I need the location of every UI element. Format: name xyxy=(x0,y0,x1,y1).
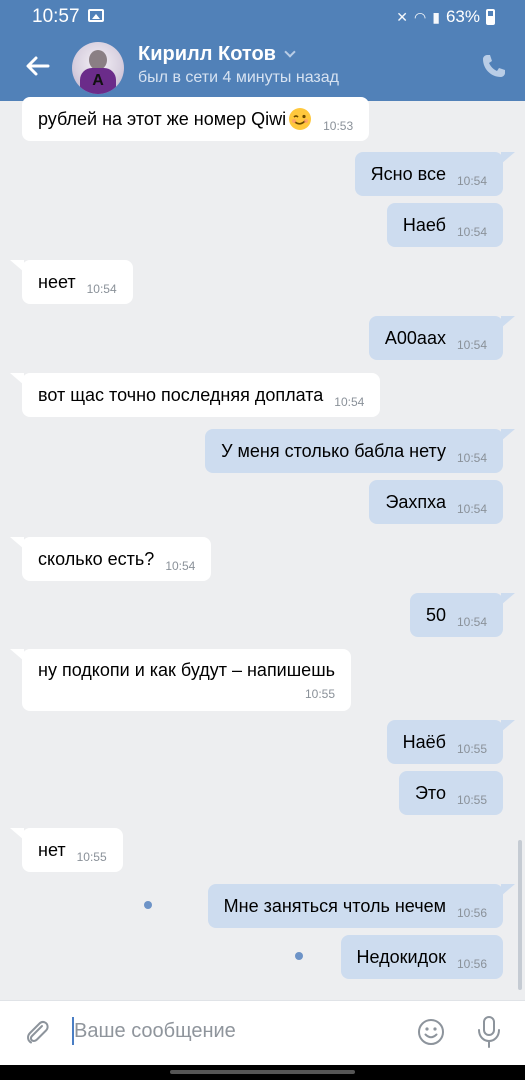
message-outgoing[interactable]: Ясно все 10:54 xyxy=(354,152,503,196)
message-text: сколько есть? xyxy=(38,548,155,569)
system-nav-bar xyxy=(0,1065,525,1080)
message-input[interactable] xyxy=(74,1012,374,1050)
message-incoming[interactable]: сколько есть? 10:54 xyxy=(22,537,212,581)
message-text: Мне заняться чтоль нечем xyxy=(223,895,446,916)
signal-icon: ▮ xyxy=(432,8,440,25)
wifi-icon: ◠ xyxy=(414,8,427,25)
message-text: Недокидок xyxy=(356,946,446,967)
message-time: 10:55 xyxy=(76,850,107,864)
status-indicators: ✕ ◠ ▮ 63% xyxy=(396,7,495,27)
message-time: 10:54 xyxy=(456,225,487,239)
bubble-tail xyxy=(501,593,515,605)
contact-name[interactable]: Кирилл Котов xyxy=(138,43,296,66)
message-time: 10:56 xyxy=(456,906,487,920)
message-text: ну подкопи и как будут – напишешь xyxy=(38,659,336,680)
message-text: нет xyxy=(38,839,66,860)
bubble-tail xyxy=(501,429,515,441)
unread-indicator xyxy=(295,952,303,960)
message-text: Это xyxy=(414,782,446,803)
home-gesture-bar[interactable] xyxy=(170,1070,355,1074)
message-outgoing[interactable]: Мне заняться чтоль нечем 10:56 xyxy=(207,884,503,928)
attach-icon[interactable] xyxy=(22,1017,52,1047)
message-text: А00аах xyxy=(384,327,446,348)
battery-icon xyxy=(486,9,495,25)
message-time: 10:55 xyxy=(304,686,336,701)
message-time: 10:54 xyxy=(456,174,487,188)
message-outgoing[interactable]: Это 10:55 xyxy=(398,771,503,815)
message-text: Ясно все xyxy=(370,163,446,184)
microphone-icon[interactable] xyxy=(476,1015,502,1049)
message-time: 10:54 xyxy=(456,338,487,352)
message-time: 10:53 xyxy=(323,119,354,133)
message-text: вот щас точно последняя доплата xyxy=(38,384,324,405)
message-text: Наёб xyxy=(402,731,446,752)
avatar-head xyxy=(89,50,107,70)
message-text: неет xyxy=(38,271,76,292)
status-bar: 10:57 ✕ ◠ ▮ 63% xyxy=(0,0,525,34)
chevron-down-icon xyxy=(284,45,296,58)
message-outgoing[interactable]: 50 10:54 xyxy=(409,593,503,637)
bubble-tail xyxy=(501,152,515,164)
message-time: 10:56 xyxy=(456,957,487,971)
call-icon[interactable] xyxy=(480,52,508,80)
unread-indicator xyxy=(144,901,152,909)
avatar[interactable]: A xyxy=(72,42,124,94)
message-incoming[interactable]: ну подкопи и как будут – напишешь 10:55 xyxy=(22,649,352,711)
message-text: Наеб xyxy=(402,214,446,235)
bubble-tail xyxy=(501,316,515,328)
bubble-tail xyxy=(10,537,24,549)
message-outgoing[interactable]: Наеб 10:54 xyxy=(386,203,503,247)
wink-emoji-icon xyxy=(289,108,312,130)
status-time: 10:57 xyxy=(32,6,80,27)
bubble-tail xyxy=(501,720,515,732)
message-time: 10:55 xyxy=(456,793,487,807)
message-time: 10:54 xyxy=(334,395,365,409)
message-outgoing[interactable]: Недокидок 10:56 xyxy=(340,935,503,979)
scrollbar[interactable] xyxy=(518,840,522,990)
contact-name-text: Кирилл Котов xyxy=(138,43,276,65)
bubble-tail xyxy=(501,884,515,896)
message-incoming[interactable]: неет 10:54 xyxy=(22,260,133,304)
message-composer xyxy=(0,1000,525,1065)
message-time: 10:54 xyxy=(456,615,487,629)
emoji-icon[interactable] xyxy=(416,1017,446,1047)
message-text: 50 xyxy=(425,604,446,625)
bubble-tail xyxy=(10,373,24,385)
message-incoming[interactable]: рублей на этот же номер Qiwi 10:53 xyxy=(22,97,370,141)
message-time: 10:54 xyxy=(456,502,487,516)
bubble-tail xyxy=(10,260,24,272)
message-text: У меня столько бабла нету xyxy=(221,440,446,461)
message-text: Эахпха xyxy=(385,491,446,512)
message-outgoing[interactable]: Наёб 10:55 xyxy=(386,720,503,764)
bubble-tail xyxy=(10,828,24,840)
message-time: 10:54 xyxy=(456,451,487,465)
message-incoming[interactable]: нет 10:55 xyxy=(22,828,123,872)
message-incoming[interactable]: вот щас точно последняя доплата 10:54 xyxy=(22,373,381,417)
message-time: 10:54 xyxy=(86,282,117,296)
avatar-letter: A xyxy=(92,72,104,89)
message-text: рублей на этот же номер Qiwi xyxy=(38,108,287,129)
bubble-tail xyxy=(10,649,24,661)
mute-icon: ✕ xyxy=(396,8,409,25)
message-time: 10:55 xyxy=(456,742,487,756)
message-outgoing[interactable]: У меня столько бабла нету 10:54 xyxy=(205,429,503,473)
message-outgoing[interactable]: А00аах 10:54 xyxy=(368,316,503,360)
gallery-notification-icon xyxy=(88,9,104,22)
message-time: 10:54 xyxy=(165,559,196,573)
last-seen: был в сети 4 минуты назад xyxy=(138,69,339,86)
back-arrow-icon[interactable] xyxy=(22,50,54,82)
battery-level: 63% xyxy=(445,7,480,26)
chat-header: 10:57 ✕ ◠ ▮ 63% A Кирилл Котов был в сет… xyxy=(0,0,525,101)
message-outgoing[interactable]: Эахпха 10:54 xyxy=(369,480,503,524)
